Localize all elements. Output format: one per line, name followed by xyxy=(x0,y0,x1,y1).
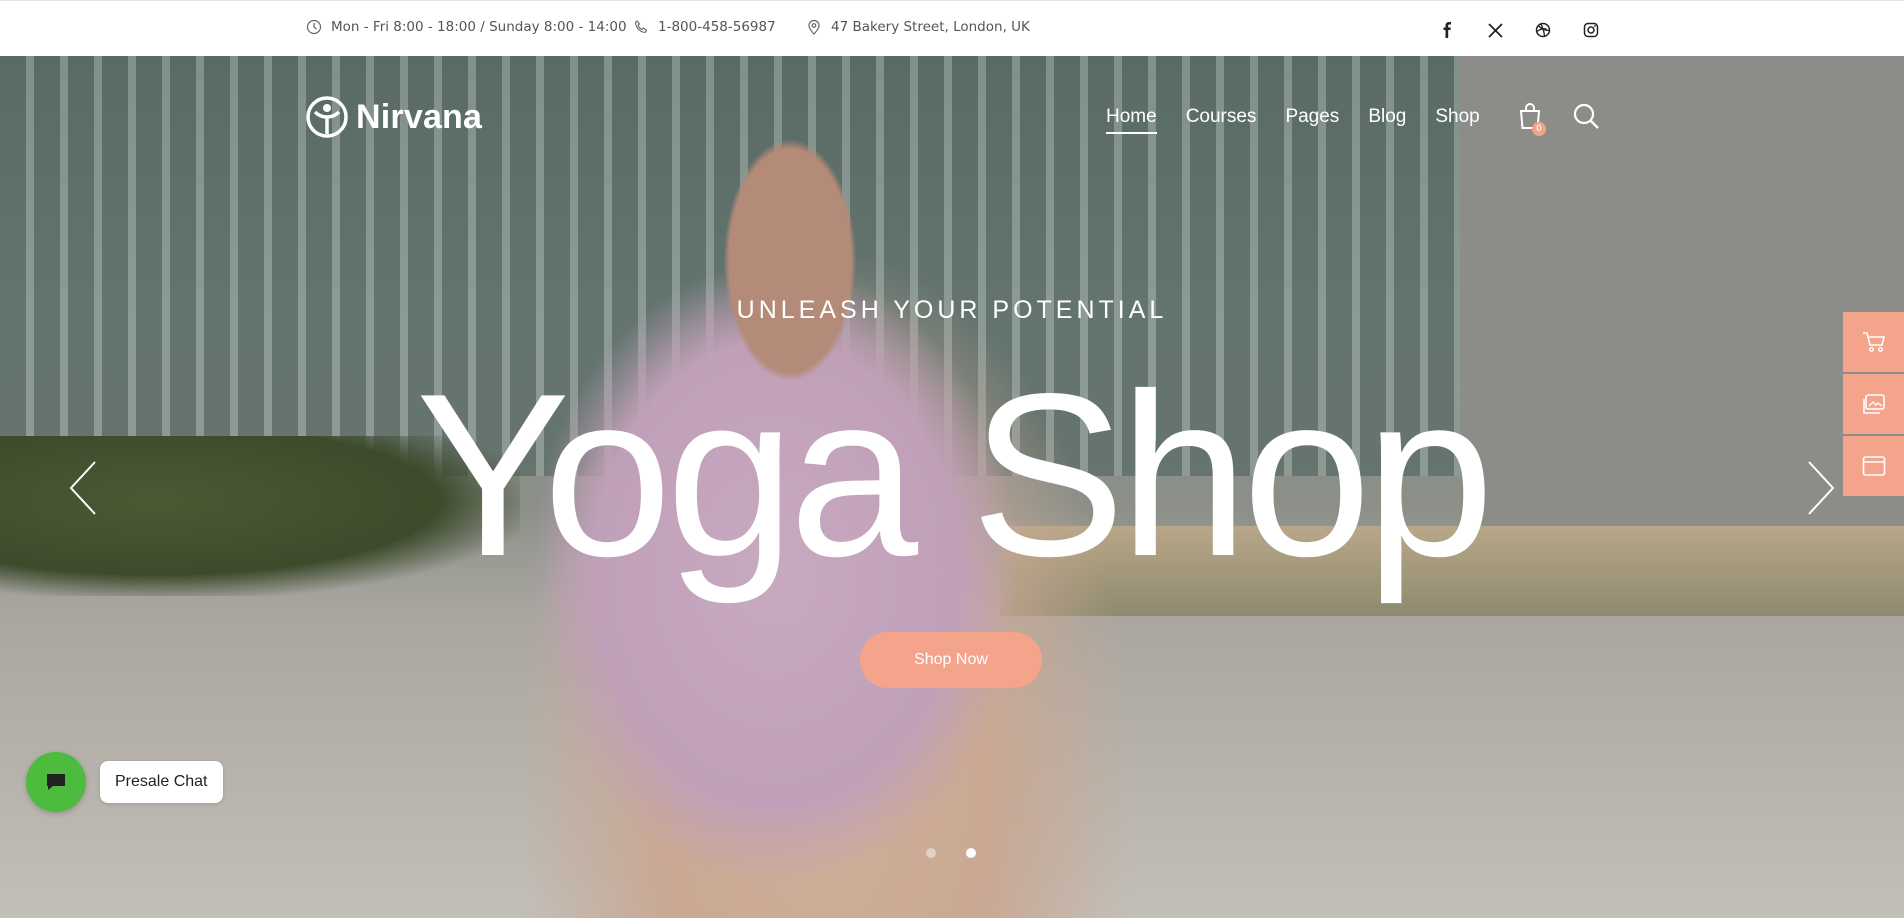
side-window-icon[interactable] xyxy=(1843,436,1904,496)
phone-info[interactable]: 1-800-458-56987 xyxy=(633,19,776,35)
nav-pages[interactable]: Pages xyxy=(1285,106,1339,134)
chat-bubble-icon xyxy=(47,774,65,790)
next-slide-icon[interactable] xyxy=(1806,460,1836,520)
side-gallery-icon[interactable] xyxy=(1843,374,1904,434)
hero-subtitle: UNLEASH YOUR POTENTIAL xyxy=(736,296,1168,324)
top-bar: Mon - Fri 8:00 - 18:00 / Sunday 8:00 - 1… xyxy=(0,0,1904,56)
nav-shop[interactable]: Shop xyxy=(1435,106,1479,134)
opening-hours: Mon - Fri 8:00 - 18:00 / Sunday 8:00 - 1… xyxy=(306,19,627,35)
hero-title: Yoga Shop xyxy=(415,346,1495,605)
prev-slide-icon[interactable] xyxy=(68,460,98,520)
address-info: 47 Bakery Street, London, UK xyxy=(806,19,1030,35)
instagram-icon[interactable] xyxy=(1580,19,1602,41)
facebook-icon[interactable] xyxy=(1436,19,1458,41)
x-icon[interactable] xyxy=(1484,19,1506,41)
nav-blog[interactable]: Blog xyxy=(1368,106,1406,134)
cart-count-badge: 0 xyxy=(1532,122,1546,136)
main-nav: Home Courses Pages Blog Shop xyxy=(1106,106,1509,134)
nav-courses[interactable]: Courses xyxy=(1186,106,1257,134)
address-text: 47 Bakery Street, London, UK xyxy=(831,19,1030,35)
clock-icon xyxy=(306,19,322,35)
slide-dot-2[interactable] xyxy=(966,848,976,858)
nav-home[interactable]: Home xyxy=(1106,106,1157,134)
shop-now-button[interactable]: Shop Now xyxy=(860,632,1042,688)
logo-text: Nirvana xyxy=(356,97,483,136)
chat-button[interactable] xyxy=(26,752,86,812)
dribbble-icon[interactable] xyxy=(1532,19,1554,41)
phone-text: 1-800-458-56987 xyxy=(658,19,776,35)
phone-icon xyxy=(634,20,648,34)
hours-text: Mon - Fri 8:00 - 18:00 / Sunday 8:00 - 1… xyxy=(331,19,627,35)
site-logo[interactable]: Nirvana xyxy=(306,96,482,138)
hero-slider: Nirvana Home Courses Pages Blog Shop 0 U… xyxy=(0,56,1904,918)
side-cart-icon[interactable] xyxy=(1843,312,1904,372)
nirvana-logo-icon xyxy=(306,96,348,138)
location-pin-icon xyxy=(808,19,820,35)
side-toolbar xyxy=(1843,312,1904,498)
slide-dot-1[interactable] xyxy=(926,848,936,858)
search-icon[interactable] xyxy=(1572,102,1600,134)
presale-chat-label[interactable]: Presale Chat xyxy=(100,761,223,803)
